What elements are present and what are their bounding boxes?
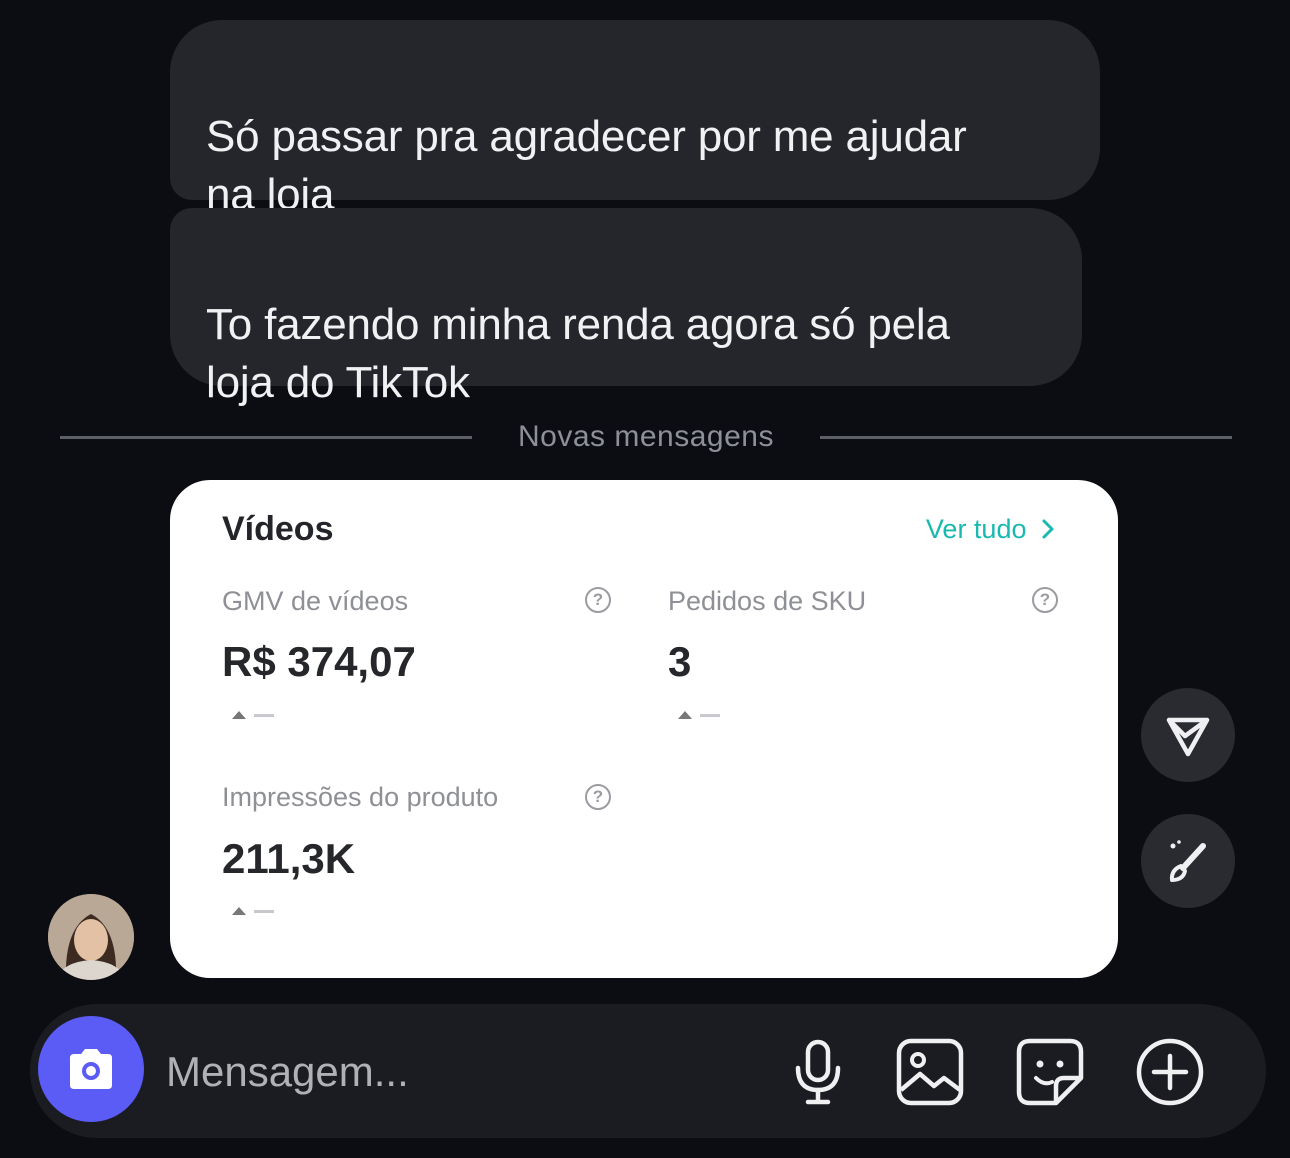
metric-value-sku-orders: 3 <box>668 638 692 685</box>
edit-image-button[interactable] <box>1141 814 1235 908</box>
video-stats-card[interactable]: Vídeos Ver tudo GMV de vídeos ? R$ 374,0… <box>170 480 1118 978</box>
message-input[interactable] <box>166 1042 766 1102</box>
chevron-right-icon <box>1042 519 1054 539</box>
camera-icon <box>70 1049 112 1089</box>
help-icon[interactable]: ? <box>585 587 611 613</box>
card-title: Vídeos <box>222 510 334 548</box>
avatar[interactable] <box>48 894 134 980</box>
message-text: Só passar pra agradecer por me ajudar na… <box>206 112 967 219</box>
paintbrush-icon <box>1169 840 1206 882</box>
trend-indicator-icon <box>232 907 274 915</box>
message-text: To fazendo minha renda agora só pela loj… <box>206 300 950 407</box>
plus-circle-icon[interactable] <box>1134 1036 1206 1108</box>
metric-label-sku-orders: Pedidos de SKU <box>668 586 867 616</box>
see-all-label: Ver tudo <box>925 514 1027 544</box>
metric-label-gmv: GMV de vídeos <box>222 586 409 616</box>
share-button[interactable] <box>1141 688 1235 782</box>
image-icon[interactable] <box>894 1036 966 1108</box>
help-icon[interactable]: ? <box>1032 587 1058 613</box>
message-bubble[interactable]: Só passar pra agradecer por me ajudar na… <box>170 20 1100 219</box>
metric-value-impressions: 211,3K <box>222 835 356 882</box>
microphone-icon[interactable] <box>782 1036 854 1108</box>
metric-label-impressions: Impressões do produto <box>222 782 499 812</box>
sticker-icon[interactable] <box>1014 1036 1086 1108</box>
trend-indicator-icon <box>678 711 720 719</box>
see-all-link[interactable]: Ver tudo <box>926 514 1056 545</box>
divider-line-left <box>60 436 472 439</box>
send-icon <box>1166 717 1210 757</box>
camera-button[interactable] <box>38 1016 144 1122</box>
divider-line-right <box>820 436 1232 439</box>
profile-photo <box>48 894 134 980</box>
message-bubble[interactable]: To fazendo minha renda agora só pela loj… <box>170 208 1082 407</box>
metric-value-gmv: R$ 374,07 <box>222 638 416 685</box>
message-composer <box>30 1004 1266 1138</box>
new-messages-divider-label: Novas mensagens <box>518 420 774 453</box>
help-icon[interactable]: ? <box>585 784 611 810</box>
trend-indicator-icon <box>232 711 274 719</box>
